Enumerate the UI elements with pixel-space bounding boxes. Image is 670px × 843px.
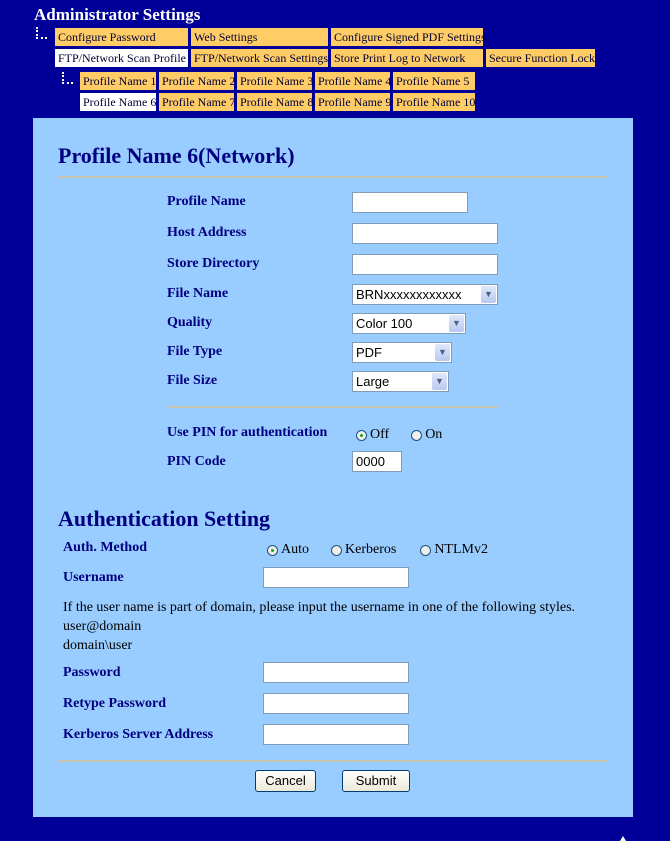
kerberos-server-label: Kerberos Server Address <box>63 727 214 742</box>
pin-code-label: PIN Code <box>167 454 226 469</box>
tab-profile-10[interactable]: Profile Name 10 <box>393 93 475 111</box>
radio-icon <box>420 544 432 556</box>
chevron-down-icon[interactable]: ▼ <box>435 344 450 361</box>
auth-ntlmv2-label: NTLMv2 <box>434 542 488 557</box>
auth-kerberos-radio[interactable]: Kerberos <box>331 542 396 558</box>
cancel-button[interactable]: Cancel <box>255 770 316 792</box>
username-label: Username <box>63 570 124 585</box>
host-address-label: Host Address <box>167 225 247 240</box>
password-label: Password <box>63 665 121 680</box>
auth-method-label: Auth. Method <box>63 540 148 555</box>
quality-select[interactable]: Color 100 ▼ <box>352 313 466 334</box>
quality-label: Quality <box>167 315 213 330</box>
tab-configure-signed-pdf[interactable]: Configure Signed PDF Settings <box>331 28 486 46</box>
tree-connector-icon <box>62 72 73 84</box>
host-address-input[interactable] <box>352 223 498 244</box>
tab-secure-function-lock[interactable]: Secure Function Lock <box>486 49 595 67</box>
tree-connector-icon <box>36 27 47 39</box>
pin-off-label: Off <box>370 427 390 442</box>
tab-profile-2[interactable]: Profile Name 2 <box>159 72 235 90</box>
divider <box>167 406 498 408</box>
tab-profile-1[interactable]: Profile Name 1 <box>80 72 156 90</box>
use-pin-label: Use PIN for authentication <box>167 425 328 440</box>
radio-selected-icon <box>267 544 278 556</box>
nav-row-2: FTP/Network Scan Profile FTP/Network Sca… <box>55 49 598 67</box>
file-name-select[interactable]: BRNxxxxxxxxxxxx ▼ <box>352 284 498 305</box>
quality-value: Color 100 <box>356 316 413 331</box>
tab-web-settings[interactable]: Web Settings <box>191 28 328 46</box>
file-size-value: Large <box>356 374 390 389</box>
store-directory-input[interactable] <box>352 254 498 275</box>
store-directory-label: Store Directory <box>167 256 260 271</box>
auth-kerberos-label: Kerberos <box>345 542 397 557</box>
use-pin-radio-group: Off On <box>356 427 456 443</box>
kerberos-server-input[interactable] <box>263 724 409 745</box>
username-input[interactable] <box>263 567 409 588</box>
chevron-down-icon[interactable]: ▼ <box>432 373 447 390</box>
profile-name-input[interactable] <box>352 192 468 213</box>
tab-profile-4[interactable]: Profile Name 4 <box>315 72 391 90</box>
file-name-label: File Name <box>167 286 229 301</box>
page-title: Administrator Settings <box>34 5 201 24</box>
tab-profile-8[interactable]: Profile Name 8 <box>237 93 313 111</box>
settings-panel: Profile Name 6(Network) Profile Name Hos… <box>33 118 633 817</box>
file-size-label: File Size <box>167 373 218 388</box>
pin-off-radio[interactable]: Off <box>356 427 389 443</box>
submit-button[interactable]: Submit <box>342 770 410 792</box>
tab-profile-3[interactable]: Profile Name 3 <box>237 72 313 90</box>
profile-heading: Profile Name 6(Network) <box>58 143 295 168</box>
chevron-down-icon[interactable]: ▼ <box>481 286 496 303</box>
file-size-select[interactable]: Large ▼ <box>352 371 449 392</box>
file-type-value: PDF <box>356 345 382 360</box>
tab-store-print-log[interactable]: Store Print Log to Network <box>331 49 483 67</box>
username-note: If the user name is part of domain, plea… <box>63 600 576 615</box>
username-style-2: domain\user <box>63 638 133 653</box>
tab-profile-9[interactable]: Profile Name 9 <box>315 93 391 111</box>
auth-method-radio-group: Auto Kerberos NTLMv2 <box>267 542 502 558</box>
auth-auto-radio[interactable]: Auto <box>267 542 309 558</box>
retype-password-input[interactable] <box>263 693 409 714</box>
file-name-value: BRNxxxxxxxxxxxx <box>356 287 462 302</box>
divider <box>58 176 608 178</box>
pin-on-radio[interactable]: On <box>411 427 442 443</box>
username-style-1: user@domain <box>63 619 142 634</box>
auth-heading: Authentication Setting <box>58 506 271 531</box>
tab-profile-5[interactable]: Profile Name 5 <box>393 72 475 90</box>
retype-password-label: Retype Password <box>63 696 167 711</box>
radio-selected-icon <box>356 429 367 441</box>
profile-row-2: Profile Name 6 Profile Name 7 Profile Na… <box>80 93 478 111</box>
profile-row-1: Profile Name 1 Profile Name 2 Profile Na… <box>80 72 478 90</box>
chevron-down-icon[interactable]: ▼ <box>449 315 464 332</box>
tab-configure-password[interactable]: Configure Password <box>55 28 188 46</box>
radio-icon <box>331 544 342 556</box>
pin-code-input[interactable]: 0000 <box>352 451 402 472</box>
nav-row-1: Configure Password Web Settings Configur… <box>55 28 486 46</box>
tab-ftp-network-scan-settings[interactable]: FTP/Network Scan Settings <box>191 49 328 67</box>
tab-profile-6[interactable]: Profile Name 6 <box>80 93 156 111</box>
file-type-label: File Type <box>167 344 223 359</box>
tab-ftp-network-scan-profile[interactable]: FTP/Network Scan Profile <box>55 49 188 67</box>
file-type-select[interactable]: PDF ▼ <box>352 342 452 363</box>
tab-profile-7[interactable]: Profile Name 7 <box>159 93 235 111</box>
auth-auto-label: Auto <box>281 542 309 557</box>
divider <box>58 760 608 762</box>
profile-name-label: Profile Name <box>167 194 246 209</box>
auth-ntlmv2-radio[interactable]: NTLMv2 <box>420 542 488 558</box>
pin-on-label: On <box>425 427 443 442</box>
radio-icon <box>411 429 423 441</box>
password-input[interactable] <box>263 662 409 683</box>
